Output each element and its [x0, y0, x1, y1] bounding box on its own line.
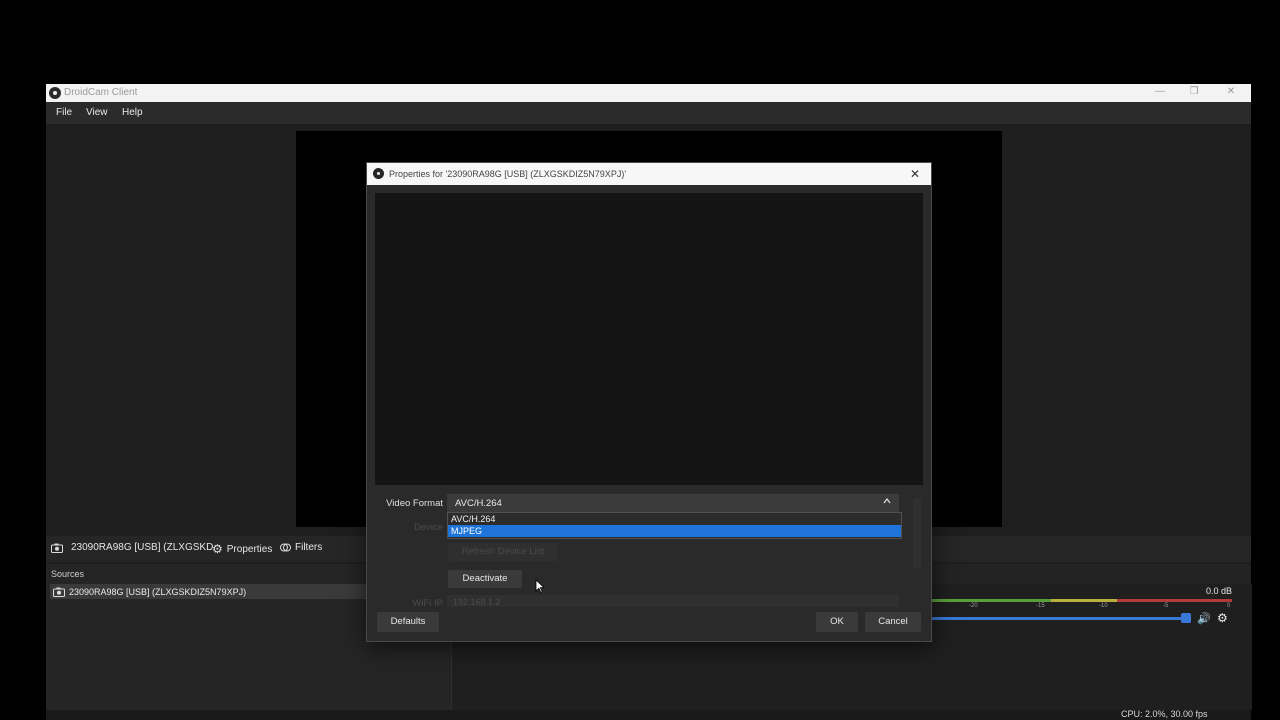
- refresh-device-list-button[interactable]: Refresh Device List: [448, 543, 558, 561]
- gear-icon: ⚙: [212, 542, 223, 556]
- properties-button[interactable]: ⚙ Properties: [212, 542, 272, 556]
- chevron-up-icon: [883, 498, 891, 504]
- filters-label: Filters: [295, 542, 323, 553]
- minimize-button[interactable]: —: [1150, 86, 1170, 100]
- maximize-button[interactable]: ❐: [1184, 86, 1204, 100]
- properties-dialog: Properties for '23090RA98G [USB] (ZLXGSK…: [366, 162, 932, 642]
- deactivate-button[interactable]: Deactivate: [448, 570, 522, 588]
- dialog-title: Properties for '23090RA98G [USB] (ZLXGSK…: [389, 169, 627, 179]
- source-list-item[interactable]: 23090RA98G [USB] (ZLXGSKDIZ5N79XPJ): [50, 584, 373, 599]
- meter-red-segment: [1117, 599, 1232, 602]
- gear-icon[interactable]: ⚙: [1217, 611, 1228, 625]
- source-toolbar-name: 23090RA98G [USB] (ZLXGSKD: [51, 542, 213, 553]
- db-readout: 0.0 dB: [1206, 586, 1233, 596]
- meter-yellow-segment: [1051, 599, 1117, 602]
- meter-tick: 0: [1227, 603, 1231, 609]
- status-bar: [46, 710, 1251, 720]
- wifi-ip-label: WiFi IP: [412, 598, 443, 609]
- video-format-select[interactable]: AVC/H.264: [447, 494, 899, 512]
- droidcam-app-icon: [373, 168, 384, 179]
- video-format-dropdown: AVC/H.264 MJPEG: [447, 512, 902, 539]
- dropdown-option-avc[interactable]: AVC/H.264: [448, 513, 901, 525]
- camera-icon: [51, 543, 63, 553]
- speaker-icon[interactable]: 🔊: [1197, 612, 1211, 625]
- wifi-ip-value: 192.168.1.2: [453, 597, 501, 607]
- menu-file[interactable]: File: [56, 107, 72, 118]
- meter-tick: -5: [1163, 603, 1169, 609]
- wifi-ip-input[interactable]: 192.168.1.2: [447, 595, 899, 607]
- video-format-label: Video Format: [386, 498, 443, 509]
- droidcam-app-icon: [49, 87, 61, 99]
- main-titlebar: DroidCam Client — ❐ ✕: [46, 84, 1251, 102]
- volume-slider-track[interactable]: [931, 617, 1187, 620]
- video-format-value: AVC/H.264: [455, 498, 502, 509]
- properties-label: Properties: [226, 543, 273, 555]
- close-window-button[interactable]: ✕: [1221, 86, 1241, 100]
- volume-slider-handle[interactable]: [1181, 613, 1191, 623]
- filters-button[interactable]: Filters: [280, 542, 322, 553]
- defaults-button[interactable]: Defaults: [377, 612, 439, 632]
- mouse-cursor-icon: [535, 579, 545, 593]
- meter-tick: -10: [1099, 603, 1108, 609]
- dialog-preview: [375, 193, 923, 485]
- cancel-button[interactable]: Cancel: [865, 612, 921, 632]
- menubar: File View Help: [46, 102, 1251, 124]
- dialog-titlebar: Properties for '23090RA98G [USB] (ZLXGSK…: [367, 163, 931, 185]
- meter-ticks: -20 -15 -10 -5 0: [931, 603, 1231, 611]
- device-label: Device: [413, 522, 443, 533]
- ok-button[interactable]: OK: [816, 612, 858, 632]
- meter-tick: -15: [1036, 603, 1045, 609]
- sources-header: Sources: [51, 569, 85, 579]
- source-item-label: 23090RA98G [USB] (ZLXGSKDIZ5N79XPJ): [69, 586, 247, 597]
- source-name-label: 23090RA98G [USB] (ZLXGSKD: [71, 542, 214, 553]
- close-icon[interactable]: ✕: [910, 167, 920, 181]
- cpu-status: CPU: 2.0%, 30.00 fps: [1121, 709, 1208, 719]
- window-title: DroidCam Client: [64, 87, 138, 98]
- dialog-scrollbar[interactable]: [913, 498, 921, 568]
- filter-icon: [280, 543, 291, 552]
- meter-tick: -20: [969, 603, 978, 609]
- menu-view[interactable]: View: [86, 107, 108, 118]
- menu-help[interactable]: Help: [122, 107, 143, 118]
- dropdown-option-mjpeg[interactable]: MJPEG: [448, 525, 901, 537]
- meter-green-segment: [931, 599, 1051, 602]
- camera-icon: [53, 587, 65, 597]
